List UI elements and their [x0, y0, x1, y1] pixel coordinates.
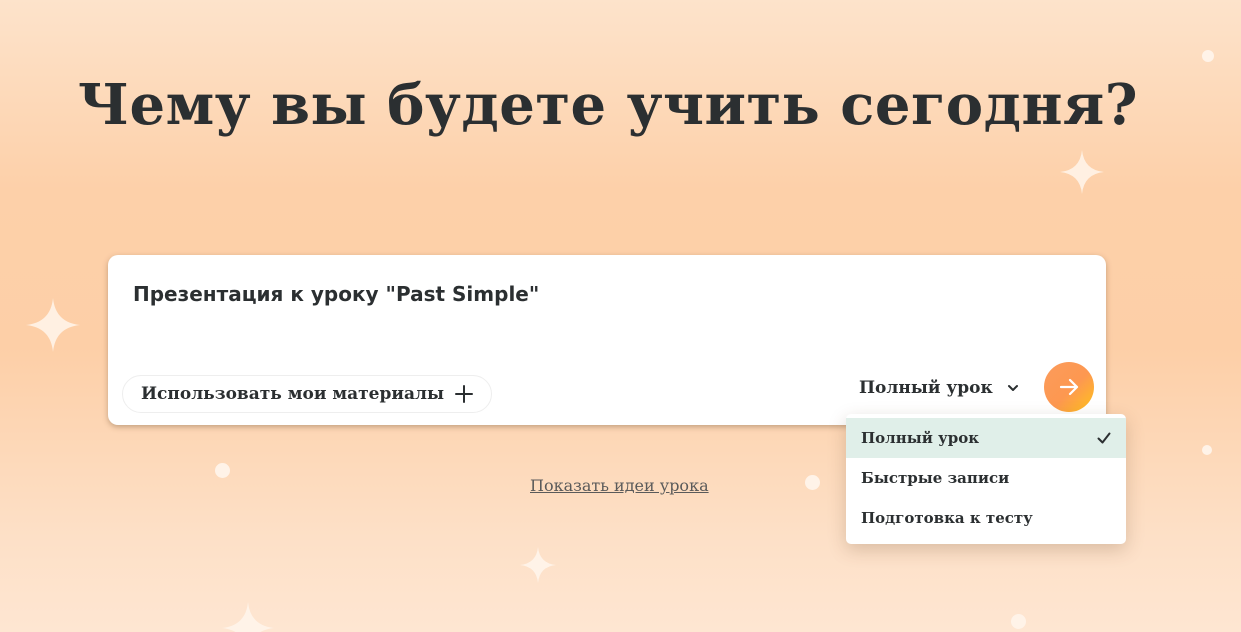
- checkmark-icon: [1097, 432, 1111, 444]
- arrow-right-icon: [1059, 378, 1079, 396]
- dropdown-option-label: Полный урок: [861, 429, 980, 447]
- lesson-type-select[interactable]: Полный урок: [859, 375, 1019, 401]
- submit-button[interactable]: [1044, 362, 1094, 412]
- prompt-input[interactable]: Презентация к уроку "Past Simple": [133, 282, 539, 306]
- sparkle-icon: [222, 602, 274, 632]
- decorative-dot: [1202, 445, 1212, 455]
- dropdown-option-quick-notes[interactable]: Быстрые записи: [846, 458, 1126, 498]
- sparkle-icon: [1060, 150, 1104, 194]
- use-materials-button[interactable]: Использовать мои материалы: [122, 375, 493, 413]
- lesson-type-selected: Полный урок: [859, 378, 993, 398]
- sparkle-icon: [26, 298, 80, 352]
- use-materials-label: Использовать мои материалы: [141, 384, 445, 404]
- decorative-dot: [215, 463, 230, 478]
- dropdown-option-label: Подготовка к тесту: [861, 509, 1033, 527]
- show-lesson-ideas-link[interactable]: Показать идеи урока: [530, 476, 709, 495]
- decorative-dot: [1011, 614, 1026, 629]
- decorative-dot: [1202, 50, 1214, 62]
- chevron-down-icon: [1007, 385, 1018, 391]
- dropdown-option-label: Быстрые записи: [861, 469, 1010, 487]
- plus-icon: [455, 385, 474, 403]
- dropdown-option-test-prep[interactable]: Подготовка к тесту: [846, 498, 1126, 538]
- lesson-type-dropdown: Полный урок Быстрые записи Подготовка к …: [846, 414, 1126, 544]
- dropdown-option-full-lesson[interactable]: Полный урок: [846, 418, 1126, 458]
- sparkle-icon: [520, 547, 556, 583]
- prompt-card: Презентация к уроку "Past Simple" Исполь…: [108, 255, 1106, 425]
- page-title: Чему вы будете учить сегодня?: [77, 72, 1139, 138]
- decorative-dot: [805, 475, 820, 490]
